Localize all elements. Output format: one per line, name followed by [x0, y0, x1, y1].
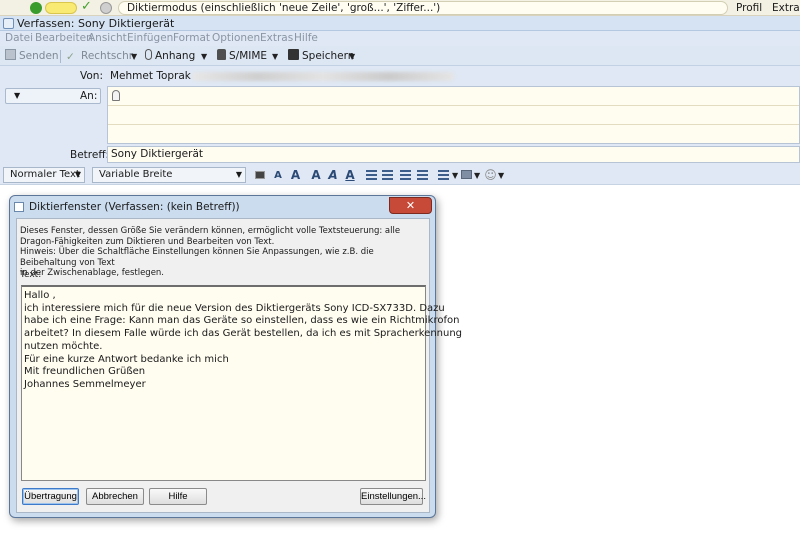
dialog-description: Dieses Fenster, dessen Größe Sie verände… [20, 226, 420, 279]
recipient-row-divider [108, 105, 799, 106]
menu-ansicht[interactable]: Ansicht [88, 32, 127, 44]
text-label: Text: [20, 270, 42, 280]
text-line: Hallo , [24, 290, 56, 301]
from-label: Von: [80, 70, 103, 82]
dialog-title: Diktierfenster (Verfassen: (kein Betreff… [29, 201, 240, 213]
underline-icon[interactable]: A [344, 168, 356, 183]
text-line: Für eine kurze Antwort bedanke ich mich [24, 353, 229, 365]
text-color-icon[interactable] [253, 168, 267, 183]
align-icon[interactable] [438, 170, 449, 180]
spelling-dropdown-icon[interactable]: ▼ [131, 50, 137, 63]
smime-button[interactable]: S/MIME [217, 49, 267, 64]
toolbar: Senden ✓ Rechtschr. ▼ Anhang ▼ S/MIME ▼ S… [0, 46, 800, 66]
recipient-list[interactable] [107, 86, 800, 144]
dragon-profile-menu[interactable]: Profil [736, 2, 762, 14]
font-select[interactable]: Variable Breite ▼ [92, 167, 246, 183]
transfer-button[interactable]: Übertragung [22, 488, 79, 505]
address-book-icon [112, 90, 120, 101]
dragon-extras-menu[interactable]: Extras [772, 2, 800, 14]
text-line: Johannes Semmelmeyer [24, 378, 146, 390]
recipient-row-divider [108, 124, 799, 125]
bullet-list-icon[interactable] [366, 170, 377, 180]
description-line: Hinweis: Über die Schaltfläche Einstellu… [20, 247, 374, 268]
attach-dropdown-icon[interactable]: ▼ [201, 50, 207, 63]
text-line: Mit freundlichen Grüßen [24, 366, 146, 378]
smiley-dropdown-icon[interactable]: ▼ [498, 169, 504, 182]
lock-icon [217, 49, 226, 60]
subject-input[interactable]: Sony Diktiergerät [107, 146, 800, 163]
dragon-status-field: Diktiermodus (einschließlich 'neue Zeile… [118, 1, 728, 15]
text-line: habe ich eine Frage: Kann man das Geräte… [24, 315, 460, 327]
description-line: Dragon-Fähigkeiten zum Diktieren und Bea… [20, 236, 275, 247]
microphone-icon[interactable] [30, 2, 42, 14]
floppy-disk-icon [288, 49, 299, 60]
close-button[interactable]: ✕ [389, 197, 432, 214]
save-button[interactable]: Speichern [288, 49, 354, 64]
menu-extras[interactable]: Extras [260, 32, 293, 44]
font-smaller-icon[interactable]: A [272, 168, 284, 183]
send-button[interactable]: Senden [5, 49, 59, 64]
checkmark-icon[interactable]: ✓ [81, 0, 92, 14]
menu-datei[interactable]: Datei [5, 32, 33, 44]
help-button[interactable]: Hilfe [149, 488, 207, 505]
chevron-down-icon: ▼ [74, 170, 81, 179]
compose-window-icon [3, 18, 14, 29]
from-value[interactable]: Mehmet Toprak [110, 70, 191, 82]
font-larger-icon[interactable]: A [289, 168, 302, 183]
text-line: ich interessiere mich für die neue Versi… [24, 302, 445, 314]
toolbar-separator [60, 50, 61, 63]
align-dropdown-icon[interactable]: ▼ [452, 169, 458, 182]
to-label: An: [80, 90, 98, 102]
send-icon [5, 49, 16, 60]
attach-button[interactable]: Anhang [145, 49, 195, 64]
dictation-dialog: Diktierfenster (Verfassen: (kein Betreff… [9, 195, 463, 518]
text-line: arbeitet? In diesem Falle würde ich das … [24, 328, 463, 340]
formatting-bar: Normaler Text ▼ Variable Breite ▼ A A A A … [0, 165, 800, 185]
cancel-button[interactable]: Abbrechen [86, 488, 144, 505]
dialog-body: Dieses Fenster, dessen Größe Sie verände… [16, 218, 463, 513]
save-dropdown-icon[interactable]: ▼ [349, 50, 355, 63]
window-title-bar: Verfassen: Sony Diktiergerät [0, 16, 800, 31]
message-header: Von: Mehmet Toprak ▼ An: Betreff: Sony D… [0, 66, 800, 165]
description-line: Dieses Fenster, dessen Größe Sie verände… [20, 226, 401, 236]
menu-format[interactable]: Format [173, 32, 210, 44]
menu-einfuegen[interactable]: Einfügen [127, 32, 173, 44]
numbered-list-icon[interactable] [382, 170, 393, 180]
menu-bearbeiten[interactable]: Bearbeiten [35, 32, 93, 44]
spell-check-icon: ✓ [66, 51, 75, 63]
paragraph-style-select[interactable]: Normaler Text ▼ [3, 167, 85, 183]
text-line: nutzen möchte. [24, 340, 103, 352]
spelling-button[interactable]: ✓ Rechtschr. [66, 49, 135, 64]
insert-dropdown-icon[interactable]: ▼ [474, 169, 480, 182]
chevron-down-icon: ▼ [235, 170, 242, 179]
smiley-icon[interactable]: ☺ [484, 168, 497, 183]
smime-dropdown-icon[interactable]: ▼ [272, 50, 278, 63]
subject-label: Betreff: [70, 149, 110, 161]
paperclip-icon [145, 49, 152, 60]
menu-optionen[interactable]: Optionen [212, 32, 260, 44]
menu-hilfe[interactable]: Hilfe [294, 32, 318, 44]
redacted-email-address [192, 72, 454, 81]
bold-icon[interactable]: A [310, 168, 322, 183]
indent-icon[interactable] [417, 170, 428, 180]
italic-icon[interactable]: A [327, 168, 339, 183]
settings-button[interactable]: Einstellungen... [360, 488, 426, 505]
description-line: in der Zwischenablage, festlegen. [20, 268, 165, 278]
insert-image-icon[interactable] [460, 168, 473, 183]
dragon-bar: ✓ Diktiermodus (einschließlich 'neue Zei… [0, 0, 800, 16]
volume-meter-icon [45, 2, 77, 14]
menu-bar: Datei Bearbeiten Ansicht Einfügen Format… [0, 31, 800, 46]
dictation-window-icon [14, 202, 24, 212]
window-title: Verfassen: Sony Diktiergerät [17, 17, 175, 30]
outdent-icon[interactable] [400, 170, 411, 180]
stop-icon[interactable] [100, 2, 112, 14]
dictation-textarea[interactable]: Hallo , ich interessiere mich für die ne… [21, 285, 463, 481]
